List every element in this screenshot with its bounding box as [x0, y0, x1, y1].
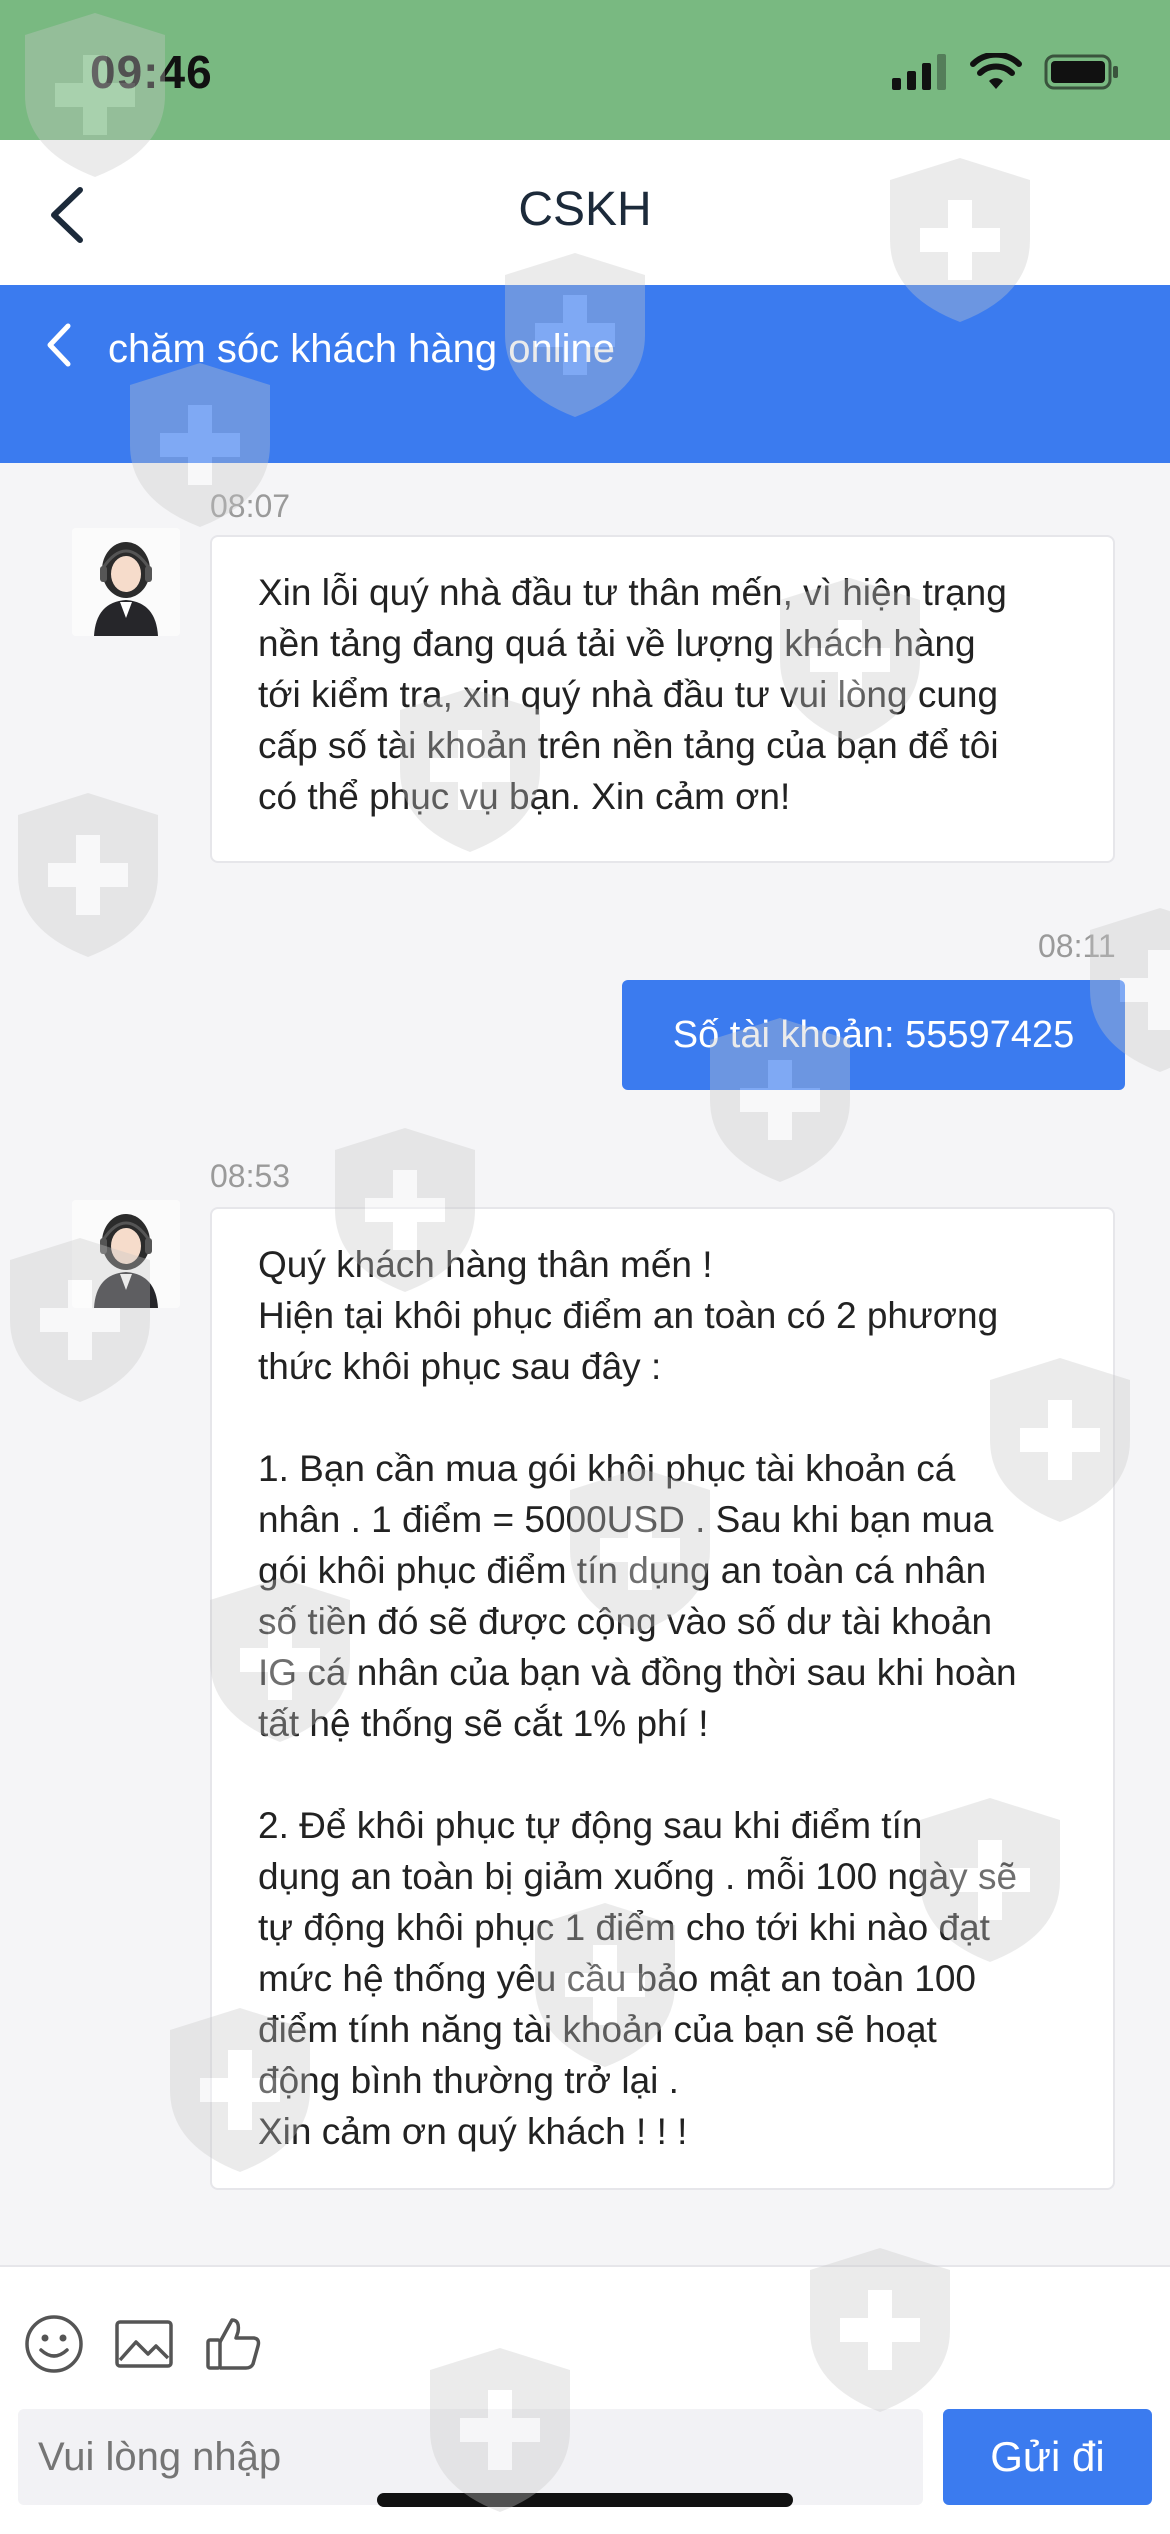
incoming-message: Quý khách hàng thân mến ! Hiện tại khôi …	[210, 1207, 1115, 2190]
message-timestamp: 08:11	[1038, 928, 1116, 964]
send-button[interactable]: Gửi đi	[943, 2409, 1152, 2505]
home-indicator	[377, 2493, 793, 2507]
status-icons	[892, 52, 1120, 92]
status-time: 09:46	[90, 46, 213, 98]
nav-bar: CSKH	[0, 140, 1170, 285]
signal-icon	[892, 54, 946, 90]
thumbs-up-icon[interactable]	[202, 2312, 266, 2376]
chat-banner: chăm sóc khách hàng online	[0, 285, 1170, 463]
avatar	[72, 528, 180, 636]
banner-title: chăm sóc khách hàng online	[108, 327, 615, 371]
avatar	[72, 1200, 180, 1308]
message-timestamp: 08:53	[210, 1158, 291, 1194]
back-icon[interactable]	[40, 320, 80, 370]
message-input[interactable]	[18, 2409, 923, 2505]
incoming-message: Xin lỗi quý nhà đầu tư thân mến, vì hiện…	[210, 535, 1115, 863]
page-title: CSKH	[518, 183, 652, 236]
shield-watermark-icon	[18, 793, 158, 957]
emoji-icon[interactable]	[22, 2312, 86, 2376]
message-timestamp: 08:07	[210, 488, 291, 524]
battery-icon	[1044, 54, 1118, 90]
wifi-icon	[970, 53, 1022, 89]
outgoing-message: Số tài khoản: 55597425	[622, 980, 1125, 1090]
image-icon[interactable]	[112, 2312, 176, 2376]
status-bar: 09:46	[0, 0, 1170, 140]
